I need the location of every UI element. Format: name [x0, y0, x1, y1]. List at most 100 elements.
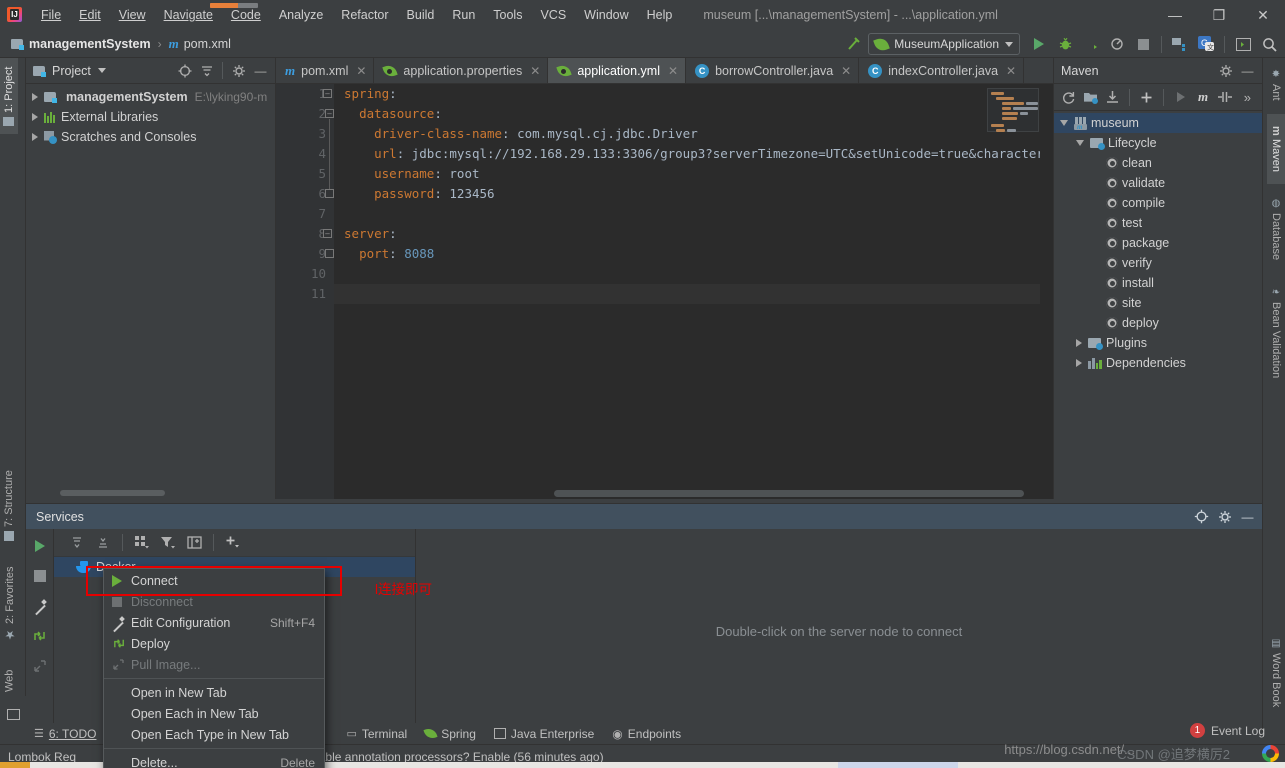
toggle-offline-icon[interactable]: [1216, 87, 1235, 108]
chevron-down-icon[interactable]: [1076, 140, 1084, 146]
chevron-down-icon[interactable]: [97, 68, 106, 73]
context-menu-item-connect[interactable]: Connect: [104, 570, 324, 591]
maven-node-plugins[interactable]: Plugins: [1054, 333, 1262, 353]
run-configuration-selector[interactable]: MuseumApplication: [868, 33, 1020, 55]
context-menu-item-edit-configuration[interactable]: Edit Configuration Shift+F4: [104, 612, 324, 633]
execute-maven-goal-icon[interactable]: m: [1194, 87, 1213, 108]
close-icon[interactable]: ✕: [356, 64, 366, 78]
status-item-terminal[interactable]: ▭ Terminal: [346, 727, 407, 741]
tree-node-scratches[interactable]: Scratches and Consoles: [26, 127, 275, 147]
menu-window[interactable]: Window: [575, 4, 637, 26]
collapse-icon[interactable]: [30, 656, 50, 676]
fold-collapse-icon[interactable]: –: [323, 229, 332, 238]
right-tool-rail[interactable]: ✸ Ant m Maven ◍ Database ❧ Bean Validati…: [1262, 58, 1285, 732]
chevron-right-icon[interactable]: [1076, 339, 1082, 347]
group-by-icon[interactable]: [131, 532, 153, 554]
chevron-right-icon[interactable]: [32, 93, 38, 101]
stop-service-icon[interactable]: [30, 566, 50, 586]
status-item-todo[interactable]: ☰ 6: TODO: [34, 727, 96, 741]
sidebar-item-structure[interactable]: 7: Structure: [0, 460, 18, 552]
close-button[interactable]: ✕: [1241, 0, 1285, 30]
menu-run[interactable]: Run: [443, 4, 484, 26]
deploy-icon[interactable]: [30, 626, 50, 646]
services-toolbar[interactable]: [54, 529, 415, 557]
tab-application-yml[interactable]: application.yml ✕: [548, 58, 687, 83]
debug-button[interactable]: [1053, 32, 1077, 56]
add-maven-project-icon[interactable]: [1081, 87, 1100, 108]
maven-node-dependencies[interactable]: Dependencies: [1054, 353, 1262, 373]
toggle-panels-icon[interactable]: [6, 708, 20, 720]
editor-tabs[interactable]: m pom.xml ✕ application.properties ✕ app…: [276, 58, 1053, 84]
editor-vertical-scrollbar[interactable]: [1040, 84, 1053, 499]
fold-collapse-icon[interactable]: –: [325, 109, 334, 118]
locate-icon[interactable]: [1191, 506, 1212, 527]
chevron-right-icon[interactable]: [32, 113, 38, 121]
status-item-endpoints[interactable]: ◉ Endpoints: [612, 727, 681, 741]
menu-view[interactable]: View: [110, 4, 155, 26]
maven-goal-site[interactable]: site: [1054, 293, 1262, 313]
menu-help[interactable]: Help: [638, 4, 682, 26]
services-action-rail[interactable]: [26, 529, 54, 733]
run-service-icon[interactable]: [30, 536, 50, 556]
fold-collapse-icon[interactable]: –: [323, 89, 332, 98]
maven-toolbar[interactable]: m »: [1054, 84, 1262, 111]
translate-button[interactable]: G文: [1194, 32, 1218, 56]
breadcrumb[interactable]: managementSystem › m pom.xml: [0, 34, 234, 54]
hide-panel-icon[interactable]: —: [1237, 60, 1258, 81]
maven-node-museum[interactable]: m museum: [1054, 113, 1262, 133]
sidebar-item-project[interactable]: 1: Project: [0, 58, 18, 134]
add-service-icon[interactable]: [222, 532, 244, 554]
close-icon[interactable]: ✕: [668, 64, 678, 78]
filter-icon[interactable]: [157, 532, 179, 554]
maven-goal-clean[interactable]: clean: [1054, 153, 1262, 173]
show-all-services-icon[interactable]: [183, 532, 205, 554]
menu-build[interactable]: Build: [398, 4, 444, 26]
context-menu-item-open-each-type-in-new-tab[interactable]: Open Each Type in New Tab: [104, 724, 324, 745]
run-button[interactable]: [1027, 32, 1051, 56]
hide-panel-icon[interactable]: —: [1237, 506, 1258, 527]
close-icon[interactable]: ✕: [1006, 64, 1016, 78]
menu-refactor[interactable]: Refactor: [332, 4, 397, 26]
context-menu-item-delete[interactable]: Delete... Delete: [104, 752, 324, 768]
collapse-all-icon[interactable]: [196, 60, 217, 81]
reload-projects-icon[interactable]: [1059, 87, 1078, 108]
close-icon[interactable]: ✕: [841, 64, 851, 78]
scroll-from-source-icon[interactable]: [174, 60, 195, 81]
sidebar-item-bean-validation[interactable]: ❧ Bean Validation: [1267, 274, 1285, 392]
sidebar-item-ant[interactable]: ✸ Ant: [1267, 58, 1285, 112]
menu-tools[interactable]: Tools: [484, 4, 531, 26]
maven-goal-deploy[interactable]: deploy: [1054, 313, 1262, 333]
maven-goal-validate[interactable]: validate: [1054, 173, 1262, 193]
run-maven-goal-icon[interactable]: [1171, 87, 1190, 108]
run-with-coverage-button[interactable]: [1079, 32, 1103, 56]
tab-borrow-controller[interactable]: C borrowController.java ✕: [686, 58, 860, 83]
status-item-spring[interactable]: Spring: [423, 726, 476, 741]
maximize-button[interactable]: ❐: [1197, 0, 1241, 30]
maven-goal-verify[interactable]: verify: [1054, 253, 1262, 273]
search-icon[interactable]: [1257, 32, 1281, 56]
download-sources-icon[interactable]: [1103, 87, 1122, 108]
close-icon[interactable]: ✕: [530, 64, 540, 78]
expand-all-icon[interactable]: [66, 532, 88, 554]
terminal-toggle-icon[interactable]: [1231, 32, 1255, 56]
menu-analyze[interactable]: Analyze: [270, 4, 332, 26]
build-hammer-icon[interactable]: [842, 32, 866, 56]
tree-node-external-libraries[interactable]: External Libraries: [26, 107, 275, 127]
left-tool-rail[interactable]: 1: Project 7: Structure ★ 2: Favorites ⊕…: [0, 58, 26, 732]
context-menu-item-open-each-in-new-tab[interactable]: Open Each in New Tab: [104, 703, 324, 724]
menu-file[interactable]: File: [32, 4, 70, 26]
maven-goal-install[interactable]: install: [1054, 273, 1262, 293]
editor-horizontal-scrollbar[interactable]: [554, 490, 1024, 497]
sidebar-item-database[interactable]: ◍ Database: [1267, 186, 1285, 272]
main-toolbar[interactable]: MuseumApplication G文: [842, 30, 1281, 58]
edit-configuration-icon[interactable]: [30, 596, 50, 616]
fold-end-icon[interactable]: [325, 189, 334, 198]
minimize-button[interactable]: —: [1153, 0, 1197, 30]
profile-button[interactable]: [1105, 32, 1129, 56]
status-item-java-enterprise[interactable]: Java Enterprise: [493, 727, 594, 741]
maven-tree[interactable]: m museum Lifecycle clean validate compil…: [1054, 111, 1262, 373]
gear-icon[interactable]: [1215, 60, 1236, 81]
gear-icon[interactable]: [1214, 506, 1235, 527]
menu-vcs[interactable]: VCS: [531, 4, 575, 26]
fold-end-icon[interactable]: [325, 249, 334, 258]
